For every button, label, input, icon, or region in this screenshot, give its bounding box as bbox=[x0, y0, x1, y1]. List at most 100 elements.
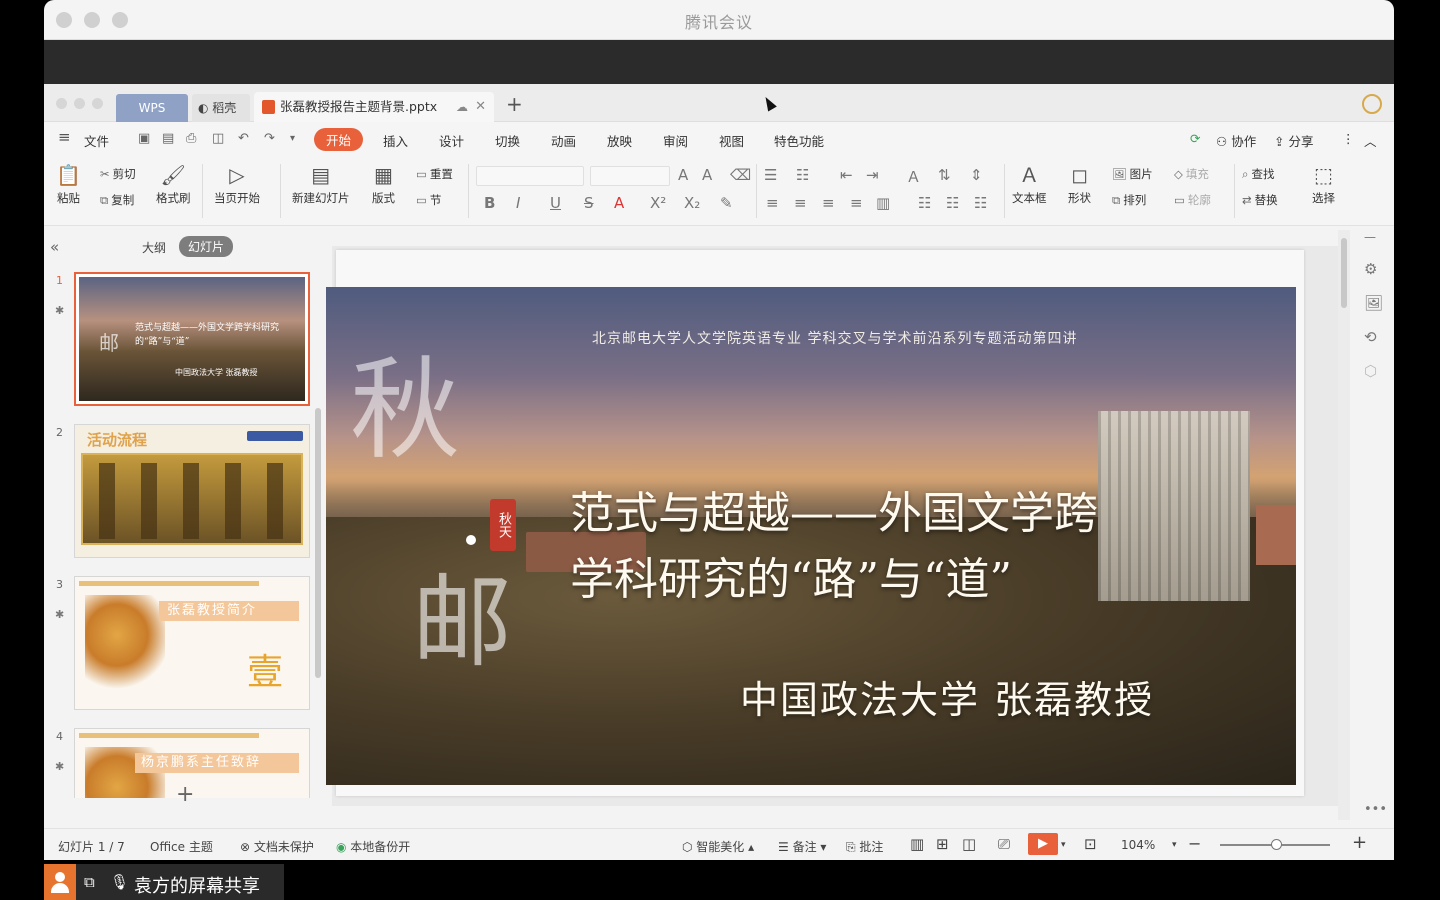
zoom-dropdown-icon[interactable]: ▾ bbox=[1172, 840, 1177, 850]
menu-tab-review[interactable]: 审阅 bbox=[663, 131, 688, 150]
subscript-icon[interactable]: X₂ bbox=[684, 194, 700, 212]
decrease-font-icon[interactable]: A bbox=[702, 166, 712, 184]
zoom-out-icon[interactable]: − bbox=[1188, 834, 1201, 853]
cut-button[interactable]: ✂ 剪切 bbox=[100, 166, 136, 182]
close-tab-icon[interactable]: ✕ bbox=[475, 92, 486, 122]
distribute-icon[interactable]: ▥ bbox=[876, 194, 890, 212]
justify-icon[interactable]: ≡ bbox=[850, 194, 863, 212]
zoom-value[interactable]: 104% bbox=[1121, 838, 1155, 852]
strikethrough-icon[interactable]: S bbox=[584, 194, 594, 212]
align-left-icon[interactable]: ≡ bbox=[766, 194, 779, 212]
replace-button[interactable]: ⇄ 替换 bbox=[1242, 192, 1278, 208]
columns-icon[interactable]: ☷ bbox=[918, 194, 931, 212]
canvas-scrollbar[interactable] bbox=[1338, 230, 1350, 820]
copy-button[interactable]: ⧉ 复制 bbox=[100, 192, 134, 208]
redo-icon[interactable]: ↷ bbox=[264, 131, 275, 146]
menu-tab-design[interactable]: 设计 bbox=[439, 131, 464, 150]
bold-icon[interactable]: B bbox=[484, 194, 495, 212]
sort-icon[interactable]: ⇅ bbox=[938, 166, 951, 184]
arrange-button[interactable]: ⧉ 排列 bbox=[1112, 192, 1146, 208]
thumbnails-scrollbar[interactable] bbox=[315, 408, 321, 678]
menu-tab-slideshow[interactable]: 放映 bbox=[607, 131, 632, 150]
cube-icon[interactable]: ⬡ bbox=[1364, 362, 1377, 380]
add-slide-button[interactable]: + bbox=[176, 782, 194, 807]
paragraph-icon[interactable]: ☷ bbox=[974, 194, 987, 212]
export-pdf-icon[interactable]: ▤ bbox=[162, 131, 174, 146]
play-current-button[interactable]: ▷ 当页开始 bbox=[214, 164, 260, 206]
text-direction-icon[interactable]: Ａ bbox=[906, 166, 921, 187]
menu-tab-start[interactable]: 开始 bbox=[314, 128, 364, 151]
slide-thumbnail-2[interactable]: 活动流程 bbox=[74, 424, 310, 558]
new-slide-button[interactable]: ▤ 新建幻灯片 bbox=[292, 164, 350, 206]
properties-icon[interactable]: ⚙ bbox=[1364, 260, 1377, 278]
underline-icon[interactable]: U bbox=[550, 194, 561, 212]
clock-icon[interactable] bbox=[1362, 94, 1382, 114]
tab-document[interactable]: 张磊教授报告主题背景.pptx ☁ ✕ bbox=[254, 92, 494, 122]
image-edit-icon[interactable]: 🖼 bbox=[1364, 294, 1383, 312]
bullet-list-icon[interactable]: ☰ bbox=[764, 166, 777, 184]
layout-button[interactable]: ▦ 版式 bbox=[372, 164, 395, 206]
shape-button[interactable]: ◻ 形状 bbox=[1068, 164, 1091, 206]
zoom-slider-thumb[interactable] bbox=[1271, 839, 1282, 850]
increase-indent-icon[interactable]: ⇥ bbox=[866, 166, 879, 184]
play-slideshow-button[interactable]: ▶ bbox=[1028, 833, 1058, 855]
menu-tab-transition[interactable]: 切换 bbox=[495, 131, 520, 150]
canvas-scroll-thumb[interactable] bbox=[1341, 238, 1347, 308]
new-tab-button[interactable]: + bbox=[506, 92, 523, 116]
current-slide[interactable]: 北京邮电大学人文学院英语专业 学科交叉与学术前沿系列专题活动第四讲 秋 邮 秋天… bbox=[326, 287, 1296, 785]
theme-name[interactable]: Office 主题 bbox=[150, 838, 213, 855]
play-dropdown-icon[interactable]: ▾ bbox=[1061, 840, 1066, 850]
font-size-select[interactable] bbox=[590, 166, 670, 186]
backup-status[interactable]: ◉ 本地备份开 bbox=[336, 838, 410, 855]
textbox-button[interactable]: Ａ 文本框 bbox=[1012, 164, 1047, 206]
slide-thumbnail-3[interactable]: 张磊教授简介 壹 bbox=[74, 576, 310, 710]
outline-button[interactable]: ▭ 轮廓 bbox=[1174, 192, 1211, 208]
menu-tab-animation[interactable]: 动画 bbox=[551, 131, 576, 150]
reset-button[interactable]: ▭ 重置 bbox=[416, 166, 453, 182]
undo-icon[interactable]: ↶ bbox=[238, 131, 249, 146]
tab-slides[interactable]: 幻灯片 bbox=[179, 236, 234, 257]
tab-outline[interactable]: 大纲 bbox=[142, 239, 166, 256]
sync-status-icon[interactable]: ⟳ bbox=[1190, 131, 1200, 146]
panel-handle-icon[interactable]: — bbox=[1364, 230, 1376, 244]
wps-max-dot[interactable] bbox=[92, 98, 103, 109]
hamburger-menu-icon[interactable]: ≡ bbox=[58, 128, 71, 146]
collapse-ribbon-icon[interactable]: ︿ bbox=[1364, 131, 1377, 150]
share-button[interactable]: ⇪ 分享 bbox=[1274, 131, 1313, 150]
numbered-list-icon[interactable]: ☷ bbox=[796, 166, 809, 184]
font-family-select[interactable] bbox=[476, 166, 584, 186]
presenter-icon[interactable]: ⎚ bbox=[998, 835, 1010, 853]
menu-file[interactable]: 文件 bbox=[84, 131, 109, 150]
more-options-icon[interactable]: ••• bbox=[1364, 802, 1387, 817]
slide-thumbnail-1[interactable]: 邮 范式与超越——外国文学跨学科研究的“路”与“道” 中国政法大学 张磊教授 bbox=[74, 272, 310, 406]
collab-button[interactable]: ⚇ 协作 bbox=[1216, 131, 1256, 150]
protect-status[interactable]: ⊗ 文档未保护 bbox=[240, 838, 314, 855]
font-color-icon[interactable]: A bbox=[614, 194, 624, 212]
decrease-indent-icon[interactable]: ⇤ bbox=[840, 166, 853, 184]
normal-view-icon[interactable]: ▥ bbox=[910, 835, 924, 853]
cloud-icon[interactable]: ☁ bbox=[456, 92, 468, 122]
beautify-button[interactable]: ⬡ 智能美化 ▴ bbox=[682, 838, 754, 855]
print-icon[interactable]: ⎙ bbox=[186, 131, 196, 146]
picture-button[interactable]: 🖼 图片 bbox=[1112, 166, 1153, 182]
clear-format-icon[interactable]: ⌫ bbox=[730, 166, 751, 184]
history-icon[interactable]: ⟲ bbox=[1364, 328, 1377, 346]
customize-toolbar-icon[interactable]: ▾ bbox=[290, 133, 295, 144]
highlight-icon[interactable]: ✎ bbox=[720, 194, 733, 212]
zoom-in-icon[interactable]: + bbox=[1352, 832, 1367, 853]
line-spacing-icon[interactable]: ⇕ bbox=[970, 166, 983, 184]
collapse-panel-icon[interactable]: « bbox=[50, 238, 59, 256]
select-button[interactable]: ⬚ 选择 bbox=[1312, 164, 1335, 206]
italic-icon[interactable]: I bbox=[516, 194, 520, 212]
save-icon[interactable]: ▣ bbox=[138, 131, 150, 146]
find-button[interactable]: ⌕ 查找 bbox=[1242, 166, 1274, 182]
fill-button[interactable]: ◇ 填充 bbox=[1174, 166, 1209, 182]
menu-tab-view[interactable]: 视图 bbox=[719, 131, 744, 150]
wps-min-dot[interactable] bbox=[74, 98, 85, 109]
tab-daoke[interactable]: ◐ 稻壳 bbox=[192, 94, 250, 122]
print-preview-icon[interactable]: ◫ bbox=[212, 131, 224, 146]
menu-tab-special[interactable]: 特色功能 bbox=[774, 131, 824, 150]
grid-view-icon[interactable]: ⊞ bbox=[936, 835, 949, 853]
format-painter-button[interactable]: 🖌 格式刷 bbox=[156, 164, 191, 206]
increase-font-icon[interactable]: A bbox=[678, 166, 688, 184]
